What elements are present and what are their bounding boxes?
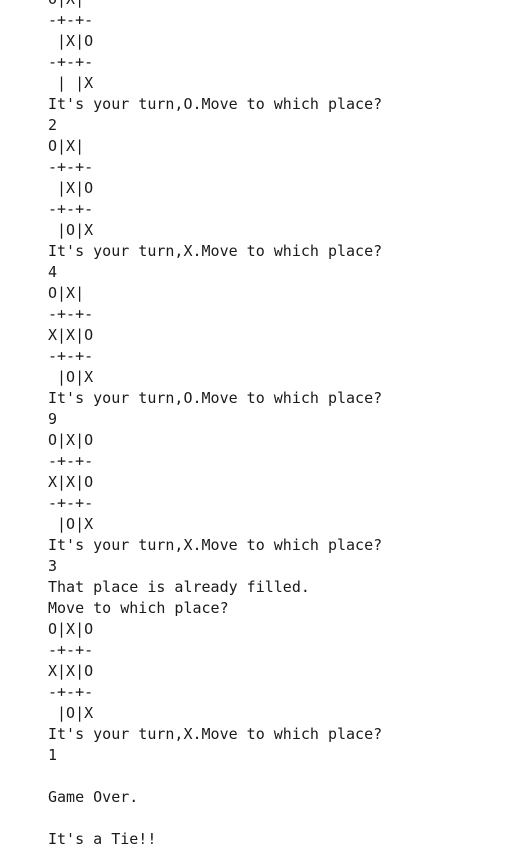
turn-prompt: It's your turn,O.Move to which place? [48,389,383,407]
move-prompt: Move to which place? [48,599,229,617]
board-separator: -+-+- [48,641,94,659]
board-separator: -+-+- [48,494,94,512]
result-message: It's a Tie!! [48,830,157,848]
board-row: |O|X [48,368,94,386]
turn-prompt: It's your turn,X.Move to which place? [48,242,383,260]
board-row: O|X| [48,137,85,155]
board-separator: -+-+- [48,683,94,701]
game-over-message: Game Over. [48,788,139,806]
board-row: X|X|O [48,473,94,491]
board-row: |O|X [48,515,94,533]
board-separator: -+-+- [48,11,94,29]
board-separator: -+-+- [48,452,94,470]
board-row: X|X|O [48,326,94,344]
error-message: That place is already filled. [48,578,310,596]
board-row: O|X|O [48,431,94,449]
board-row: | |X [48,74,94,92]
board-row: |O|X [48,704,94,722]
board-separator: -+-+- [48,200,94,218]
board-row: |X|O [48,179,94,197]
board-row: O|X| [48,0,498,10]
board-row: |X|O [48,32,94,50]
user-input: 3 [48,557,58,575]
board-separator: -+-+- [48,158,94,176]
board-row: O|X| [48,284,85,302]
board-separator: -+-+- [48,305,94,323]
board-separator: -+-+- [48,53,94,71]
board-row: |O|X [48,221,94,239]
user-input: 2 [48,116,58,134]
turn-prompt: It's your turn,O.Move to which place? [48,95,383,113]
board-row: X|X|O [48,662,94,680]
user-input: 9 [48,410,58,428]
turn-prompt: It's your turn,X.Move to which place? [48,536,383,554]
console-output: O|X| -+-+- |X|O -+-+- | |X It's your tur… [48,0,498,850]
board-separator: -+-+- [48,347,94,365]
turn-prompt: It's your turn,X.Move to which place? [48,725,383,743]
user-input: 1 [48,746,58,764]
board-row: O|X|O [48,620,94,638]
user-input: 4 [48,263,58,281]
